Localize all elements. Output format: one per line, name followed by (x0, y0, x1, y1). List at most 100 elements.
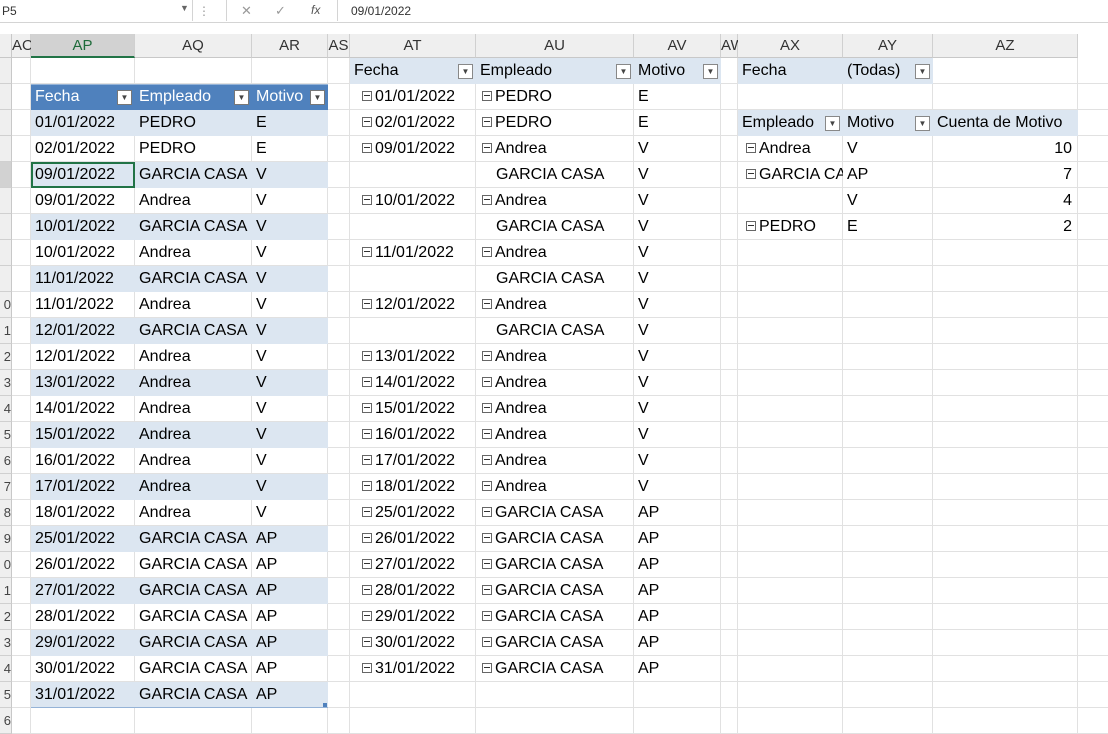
table-cell[interactable]: AP (252, 552, 328, 578)
table-cell[interactable]: V (252, 214, 328, 240)
pivot-value[interactable]: V (634, 344, 721, 370)
row-header[interactable]: 3 (0, 370, 12, 396)
select-all-corner[interactable] (0, 34, 12, 58)
pivot-filter-icon[interactable]: ▼ (616, 64, 631, 79)
table-cell[interactable]: AP (252, 682, 328, 708)
table-cell[interactable]: 14/01/2022 (31, 396, 135, 422)
table-cell[interactable]: V (252, 318, 328, 344)
collapse-minus-icon[interactable] (362, 376, 372, 387)
pivot-row-label[interactable]: 27/01/2022 (350, 552, 476, 578)
check-icon[interactable]: ✓ (275, 3, 286, 19)
pivot-row-label[interactable]: 11/01/2022 (350, 240, 476, 266)
pivot-value[interactable]: AP (634, 604, 721, 630)
pivot-row-label[interactable]: Andrea (476, 370, 634, 396)
table-cell[interactable]: PEDRO (135, 110, 252, 136)
column-header[interactable]: AT (350, 34, 476, 58)
pivot-row-label[interactable]: 09/01/2022 (350, 136, 476, 162)
row-header[interactable]: 6 (0, 448, 12, 474)
collapse-minus-icon[interactable] (362, 506, 372, 517)
pivot-value[interactable]: V (634, 188, 721, 214)
pivot-row-label[interactable]: GARCIA CASA (476, 526, 634, 552)
pivot-value[interactable]: V (634, 240, 721, 266)
cancel-icon[interactable]: ✕ (241, 3, 252, 19)
table-cell[interactable]: 12/01/2022 (31, 344, 135, 370)
collapse-minus-icon[interactable] (746, 168, 756, 179)
table-cell[interactable]: 30/01/2022 (31, 656, 135, 682)
table-cell[interactable]: V (252, 474, 328, 500)
pivot-row-label[interactable]: 01/01/2022 (350, 84, 476, 110)
pivot-row-label[interactable]: GARCIA CASA (476, 578, 634, 604)
pivot2-row-label[interactable]: AP (843, 162, 933, 188)
table-cell[interactable]: Andrea (135, 422, 252, 448)
table-cell[interactable]: 10/01/2022 (31, 240, 135, 266)
table-cell[interactable]: GARCIA CASA (135, 552, 252, 578)
collapse-minus-icon[interactable] (746, 142, 756, 153)
collapse-minus-icon[interactable] (482, 428, 492, 439)
pivot-value[interactable]: V (634, 162, 721, 188)
pivot-row-label[interactable]: 25/01/2022 (350, 500, 476, 526)
table-cell[interactable]: GARCIA CASA (135, 526, 252, 552)
table-cell[interactable]: 17/01/2022 (31, 474, 135, 500)
pivot2-count[interactable]: 4 (933, 188, 1078, 214)
column-header[interactable]: AQ (135, 34, 252, 58)
row-header[interactable]: 0 (0, 292, 12, 318)
table-cell[interactable]: 10/01/2022 (31, 214, 135, 240)
table-cell[interactable]: E (252, 110, 328, 136)
row-header[interactable]: 2 (0, 344, 12, 370)
row-header[interactable] (0, 84, 12, 110)
pivot-row-label[interactable]: GARCIA CASA (476, 656, 634, 682)
table-cell[interactable]: V (252, 266, 328, 292)
collapse-minus-icon[interactable] (482, 662, 492, 673)
collapse-minus-icon[interactable] (482, 532, 492, 543)
table-cell[interactable]: PEDRO (135, 136, 252, 162)
table-cell[interactable]: 13/01/2022 (31, 370, 135, 396)
table-cell[interactable]: V (252, 396, 328, 422)
pivot-row-label[interactable]: Andrea (476, 292, 634, 318)
table-cell[interactable]: V (252, 188, 328, 214)
pivot-header-empleado[interactable]: ▼ Empleado (476, 58, 634, 84)
table-cell[interactable]: Andrea (135, 344, 252, 370)
row-header[interactable] (0, 162, 12, 188)
collapse-minus-icon[interactable] (362, 246, 372, 257)
table-cell[interactable]: Andrea (135, 292, 252, 318)
pivot2-header[interactable]: ▼ Motivo (843, 110, 933, 136)
table-cell[interactable]: AP (252, 604, 328, 630)
pivot-filter-icon[interactable]: ▼ (703, 64, 718, 79)
pivot-row-label[interactable]: GARCIA CASA (476, 500, 634, 526)
pivot2-row-label[interactable]: V (843, 136, 933, 162)
table-resize-handle[interactable] (323, 703, 327, 707)
row-header[interactable]: 1 (0, 578, 12, 604)
pivot2-header[interactable]: ▼ Empleado (738, 110, 843, 136)
row-header[interactable]: 5 (0, 682, 12, 708)
pivot2-row-label[interactable]: Andrea (738, 136, 843, 162)
column-header[interactable]: AO (12, 34, 34, 58)
pivot-row-label[interactable]: GARCIA CASA (476, 162, 634, 188)
row-header[interactable] (0, 214, 12, 240)
table-cell[interactable]: 31/01/2022 (31, 682, 135, 708)
table-filter-icon[interactable]: ▼ (117, 90, 132, 105)
collapse-minus-icon[interactable] (362, 90, 372, 101)
pivot-row-label[interactable]: 28/01/2022 (350, 578, 476, 604)
table-cell[interactable]: GARCIA CASA (135, 656, 252, 682)
row-header[interactable] (0, 188, 12, 214)
collapse-minus-icon[interactable] (482, 376, 492, 387)
table-cell[interactable]: Andrea (135, 370, 252, 396)
pivot2-filter-value[interactable]: ▼ (Todas) (843, 58, 933, 84)
pivot-value[interactable]: E (634, 84, 721, 110)
table-cell[interactable]: GARCIA CASA (135, 266, 252, 292)
collapse-minus-icon[interactable] (482, 636, 492, 647)
pivot-row-label[interactable]: 30/01/2022 (350, 630, 476, 656)
table-cell[interactable]: 11/01/2022 (31, 292, 135, 318)
column-header[interactable]: AS (328, 34, 350, 58)
pivot-value[interactable]: V (634, 474, 721, 500)
collapse-minus-icon[interactable] (362, 428, 372, 439)
table-cell[interactable]: 26/01/2022 (31, 552, 135, 578)
pivot-value[interactable]: V (634, 318, 721, 344)
column-header[interactable]: AP (31, 34, 135, 58)
pivot-value[interactable]: AP (634, 630, 721, 656)
pivot2-row-label[interactable]: PEDRO (738, 214, 843, 240)
pivot2-filter-icon[interactable]: ▼ (915, 64, 930, 79)
pivot-row-label[interactable]: Andrea (476, 474, 634, 500)
collapse-minus-icon[interactable] (362, 298, 372, 309)
collapse-minus-icon[interactable] (482, 116, 492, 127)
